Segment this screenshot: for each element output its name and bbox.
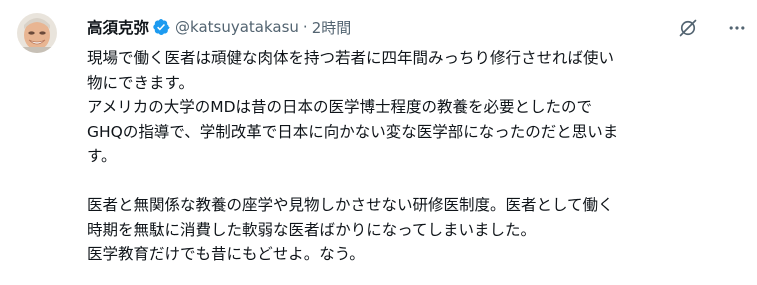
post-text-line: 医学教育だけでも昔にもどせよ。なう。 <box>87 245 365 263</box>
author-handle[interactable]: @katsuyatakasu <box>175 18 299 36</box>
post-text: 現場で働く医者は頑健な肉体を持つ若者に四年間みっちり修行させれば使い 物にできま… <box>87 46 742 267</box>
post-text-line: 物にできます。 <box>87 73 194 92</box>
post-header: 高須克弥 @katsuyatakasu · 2時間 <box>87 16 351 38</box>
timestamp-link[interactable]: 2時間 <box>312 17 352 38</box>
tweet: 高須克弥 @katsuyatakasu · 2時間 現場で働く医者は頑健な肉体を… <box>0 0 757 285</box>
post-text-line: 時期を無駄に消費した軟弱な医者ばかりになってしまいました。 <box>87 220 537 239</box>
display-name[interactable]: 高須克弥 <box>87 16 149 38</box>
post-text-line: GHQの指導で、学制改革で日本に向かない変な医学部になったのだと思いま <box>87 122 619 141</box>
paragraph-break <box>87 169 742 194</box>
profile-photo-icon <box>17 13 57 53</box>
avatar[interactable] <box>17 13 57 53</box>
separator-dot: · <box>302 18 308 36</box>
post-text-line: す。 <box>87 147 117 165</box>
more-options-button[interactable] <box>725 16 749 40</box>
post-text-line: 現場で働く医者は頑健な肉体を持つ若者に四年間みっちり修行させれば使い <box>87 49 615 67</box>
post-text-line: アメリカの大学のMDは昔の日本の医学博士程度の教養を必要としたので <box>87 98 593 116</box>
verified-badge-icon[interactable] <box>152 18 170 36</box>
post-text-line: 医者と無関係な教養の座学や見物しかさせない研修医制度。医者として働く <box>87 196 614 214</box>
more-horizontal-icon <box>729 26 745 30</box>
grok-button[interactable] <box>676 16 700 40</box>
grok-icon <box>679 19 697 37</box>
